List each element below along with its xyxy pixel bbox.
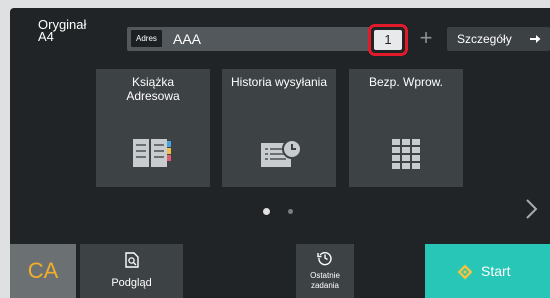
arrow-right-icon: [530, 35, 541, 43]
preview-button[interactable]: Podgląd: [80, 244, 183, 298]
keypad-icon: [392, 139, 420, 169]
details-button[interactable]: Szczegóły: [447, 27, 550, 51]
address-book-icon: [133, 139, 171, 167]
preview-icon: [125, 252, 139, 268]
plus-icon[interactable]: +: [413, 27, 439, 51]
bottom-bar: CA Podgląd Ostatnie zadania Start: [10, 244, 550, 298]
address-key-button[interactable]: Adres: [131, 30, 162, 47]
history-icon: [317, 251, 332, 266]
start-button[interactable]: Start: [425, 244, 550, 298]
page-dot[interactable]: [288, 209, 293, 214]
details-label: Szczegóły: [457, 32, 512, 46]
send-history-icon: [261, 139, 302, 167]
clear-all-button[interactable]: CA: [10, 244, 76, 298]
tile-address-book[interactable]: Książka Adresowa: [96, 69, 210, 187]
tile-label: Historia wysyłania: [230, 75, 328, 89]
tile-send-history[interactable]: Historia wysyłania: [222, 69, 336, 187]
preview-label: Podgląd: [111, 277, 152, 289]
page-dot-active[interactable]: [263, 208, 270, 215]
recent-jobs-label: Ostatnie zadania: [310, 271, 340, 290]
copies-count-field[interactable]: 1: [368, 24, 408, 56]
original-size: A4: [38, 29, 54, 44]
chevron-right-icon[interactable]: [521, 194, 541, 224]
main-panel: Oryginał A4 Adres AAA 1 + Szczegóły Ksią…: [10, 8, 550, 298]
copies-count: 1: [374, 30, 402, 50]
recent-jobs-button[interactable]: Ostatnie zadania: [296, 244, 354, 298]
address-field[interactable]: Adres AAA: [127, 27, 376, 51]
tile-direct-entry[interactable]: Bezp. Wprow.: [349, 69, 463, 187]
tile-label: Książka Adresowa: [126, 75, 180, 103]
start-diamond-icon: [457, 264, 473, 280]
start-label: Start: [481, 263, 511, 279]
tile-label: Bezp. Wprow.: [368, 75, 444, 89]
address-value: AAA: [173, 31, 202, 47]
